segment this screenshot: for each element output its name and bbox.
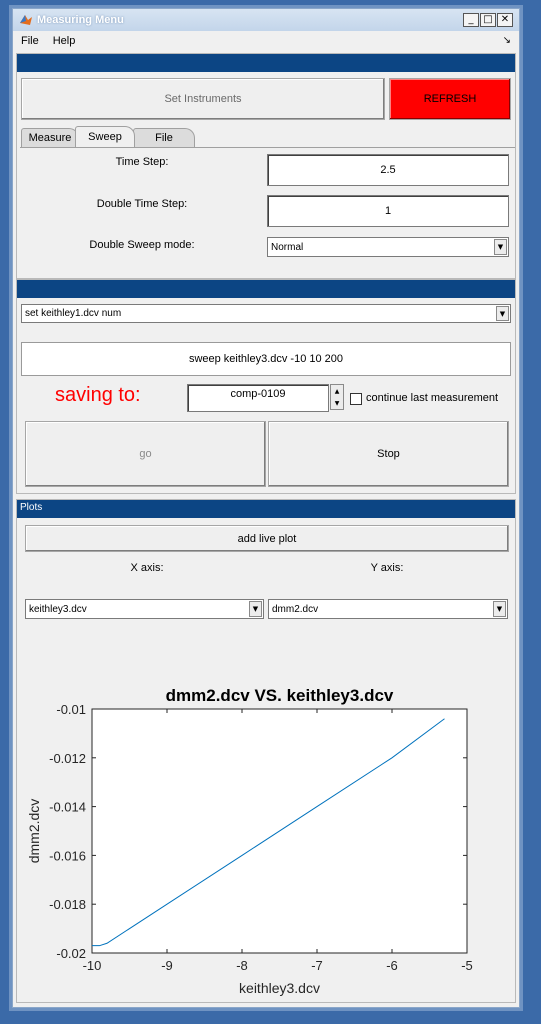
measuring-menu-window: Measuring Menu _ □ ✕ File Help ↘ Set Ins… [12, 8, 520, 1008]
minimize-icon[interactable]: _ [463, 13, 479, 27]
stop-button[interactable]: Stop [268, 421, 509, 487]
double-time-step-label: Double Time Step: [96, 198, 188, 210]
instrument-panel-header [17, 54, 515, 72]
instrument-panel: Set Instruments REFRESH Measure Sweep Fi… [16, 53, 516, 279]
spinner-up-icon[interactable]: ▲ [331, 385, 343, 397]
sweep-plot: -10 -9 -8 -7 -6 -5-0.02-0.018-0.016-0.014-0.0… [26, 686, 473, 996]
filename-input[interactable]: comp-0109 [187, 384, 329, 412]
continue-checkbox[interactable] [350, 393, 362, 405]
x-tick-label: -5 [461, 958, 473, 973]
command-select[interactable]: set keithley1.dcv num ▼ [21, 304, 511, 323]
time-step-label: Time Step: [115, 156, 169, 168]
x-axis-title: keithley3.dcv [239, 980, 320, 996]
time-step-input[interactable]: 2.5 [267, 154, 509, 186]
command-panel-header [17, 280, 515, 298]
x-tick-label: -8 [236, 958, 248, 973]
chevron-down-icon[interactable]: ▼ [496, 306, 509, 321]
menu-help[interactable]: Help [53, 35, 76, 47]
y-tick-label: -0.018 [49, 897, 86, 912]
menu-bar: File Help ↘ [13, 31, 519, 51]
tab-divider [20, 147, 515, 148]
go-button[interactable]: go [25, 421, 266, 487]
x-tick-label: -9 [161, 958, 173, 973]
menu-file[interactable]: File [21, 35, 39, 47]
sweep-command-input[interactable]: sweep keithley3.dcv -10 10 200 [21, 342, 511, 376]
continue-label: continue last measurement [366, 392, 499, 404]
chevron-down-icon[interactable]: ▼ [494, 239, 507, 255]
tab-measure[interactable]: Measure [21, 128, 79, 147]
command-select-value: set keithley1.dcv num [25, 308, 122, 319]
double-sweep-mode-label: Double Sweep mode: [89, 239, 195, 251]
matlab-icon [19, 13, 33, 27]
window-title: Measuring Menu [37, 14, 124, 26]
y-tick-label: -0.012 [49, 751, 86, 766]
plots-panel: Plots add live plot X axis: Y axis: keit… [16, 499, 516, 1003]
filename-spinner[interactable]: ▲ ▼ [330, 384, 344, 410]
saving-to-label: saving to: [55, 384, 141, 406]
command-panel: set keithley1.dcv num ▼ sweep keithley3.… [16, 279, 516, 494]
y-tick-label: -0.02 [56, 946, 86, 961]
double-time-step-input[interactable]: 1 [267, 195, 509, 227]
close-icon[interactable]: ✕ [497, 13, 513, 27]
spinner-down-icon[interactable]: ▼ [331, 397, 343, 409]
double-sweep-mode-value: Normal [271, 241, 304, 253]
tab-sweep[interactable]: Sweep [75, 126, 135, 147]
set-instruments-button[interactable]: Set Instruments [21, 78, 385, 120]
refresh-button[interactable]: REFRESH [389, 78, 511, 120]
tab-file[interactable]: File [133, 128, 195, 147]
y-tick-label: -0.016 [49, 848, 86, 863]
y-tick-label: -0.014 [49, 800, 86, 815]
x-tick-label: -6 [386, 958, 398, 973]
y-tick-label: -0.01 [56, 702, 86, 717]
x-tick-label: -7 [311, 958, 323, 973]
title-bar[interactable]: Measuring Menu _ □ ✕ [13, 9, 519, 31]
double-sweep-mode-select[interactable]: Normal ▼ [267, 237, 509, 257]
dock-arrow-icon[interactable]: ↘ [503, 35, 511, 46]
y-axis-title: dmm2.dcv [26, 799, 42, 864]
maximize-icon[interactable]: □ [480, 13, 496, 27]
chart-title: dmm2.dcv VS. keithley3.dcv [166, 686, 394, 705]
